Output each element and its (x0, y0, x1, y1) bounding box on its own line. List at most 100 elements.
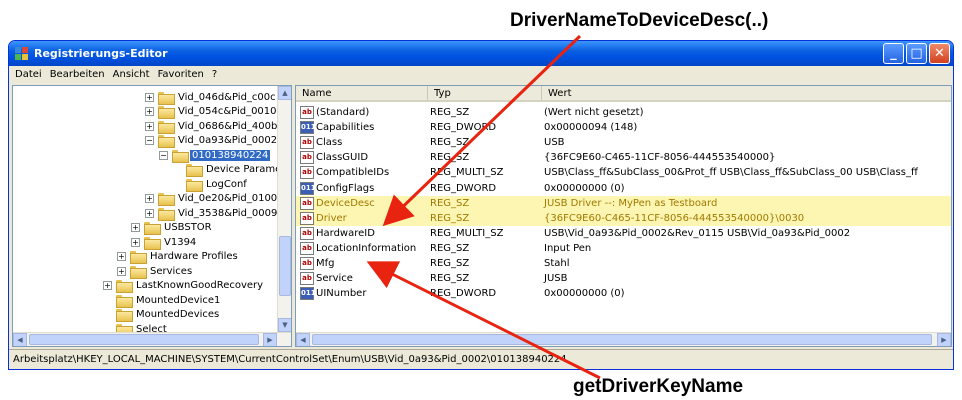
value-type: REG_SZ (430, 273, 470, 285)
tree-node[interactable]: + Vid_046d&Pid_c00c (145, 90, 278, 105)
expand-icon[interactable]: + (145, 92, 154, 102)
value-row[interactable]: ab CompatibleIDs REG_MULTI_SZ USB\Class_ff&… (296, 165, 951, 180)
maximize-button[interactable]: □ (906, 43, 927, 64)
collapse-icon[interactable]: − (159, 150, 168, 160)
expand-icon[interactable]: + (145, 107, 154, 116)
tree-node-label[interactable]: Vid_0686&Pid_400b (176, 121, 279, 132)
tree-node[interactable]: + LastKnownGoodRecovery (103, 279, 265, 293)
tree-node-label[interactable]: MountedDevices (134, 309, 221, 320)
column-header-name[interactable]: Name (296, 86, 428, 100)
values-list-pane[interactable]: Name Typ Wert ab (Standard) REG_SZ (Wert ni… (295, 85, 952, 347)
tree-node[interactable]: + V1394 (131, 235, 198, 250)
tree-node-label[interactable]: LogConf (204, 179, 249, 190)
value-name-cell: ab DeviceDesc (296, 196, 428, 210)
title-bar[interactable]: Registrierungs-Editor _ □ ✕ (9, 41, 953, 66)
tree-node-label[interactable]: MountedDevice1 (134, 295, 222, 306)
value-row[interactable]: ab HardwareID REG_MULTI_SZ USB\Vid_0a93&Pid… (296, 226, 951, 241)
tree-node[interactable]: − Vid_0a93&Pid_0002 (145, 134, 279, 148)
value-row[interactable]: ab Mfg REG_SZ Stahl (296, 256, 951, 271)
scroll-up-arrow-icon[interactable]: ▲ (278, 86, 291, 100)
menu-help[interactable]: ? (210, 69, 223, 80)
scroll-left-arrow-icon[interactable]: ◀ (296, 333, 310, 346)
tree-node-label[interactable]: 010138940224 (190, 149, 271, 161)
expand-icon[interactable]: + (103, 281, 112, 290)
string-value-icon: ab (300, 257, 314, 270)
menu-datei[interactable]: Datei (13, 69, 48, 80)
value-row[interactable]: ab (Standard) REG_SZ (Wert nicht gesetzt) (296, 105, 951, 120)
value-type: REG_DWORD (430, 182, 497, 194)
folder-icon (158, 120, 175, 134)
tree-node[interactable]: + Vid_054c&Pid_0010 (145, 105, 279, 119)
menu-bar: Datei Bearbeiten Ansicht Favoriten ? (9, 66, 953, 83)
menu-ansicht[interactable]: Ansicht (111, 69, 156, 80)
tree-node[interactable]: + USBSTOR (131, 221, 214, 235)
tree-node-label[interactable]: Vid_046d&Pid_c00c (176, 92, 278, 103)
close-button[interactable]: ✕ (929, 43, 950, 64)
value-row[interactable]: ab DeviceDesc REG_SZ JUSB Driver --: MyPen … (296, 195, 951, 211)
value-row[interactable]: ab Service REG_SZ JUSB (296, 271, 951, 286)
expand-icon[interactable]: + (117, 252, 126, 261)
binary-value-icon: 011 (300, 287, 316, 301)
value-row[interactable]: ab Driver REG_SZ {36FC9E60-C465-11CF-8056-4… (296, 210, 951, 226)
tree-node[interactable]: + Vid_3538&Pid_0009 (145, 206, 279, 221)
folder-icon (186, 178, 203, 192)
tree-node-label[interactable]: LastKnownGoodRecovery (134, 280, 265, 291)
list-horizontal-scrollbar[interactable]: ◀ ▶ (296, 332, 951, 346)
expand-icon[interactable]: + (145, 208, 154, 218)
expand-icon[interactable]: + (131, 237, 140, 247)
string-value-icon: ab (300, 106, 314, 119)
scroll-left-arrow-icon[interactable]: ◀ (13, 333, 27, 346)
expand-icon[interactable]: + (145, 121, 154, 131)
tree-node[interactable]: + Hardware Profiles (117, 250, 240, 264)
tree-node[interactable]: LogConf (173, 177, 249, 192)
tree-node[interactable]: + Vid_0e20&Pid_0100 (145, 192, 279, 206)
value-name: Capabilities (316, 122, 375, 134)
tree-horizontal-scrollbar[interactable]: ◀ ▶ (13, 332, 291, 346)
tree-node[interactable]: + Vid_0686&Pid_400b (145, 119, 279, 134)
value-data: JUSB (544, 273, 568, 285)
string-value-icon: ab (300, 272, 314, 286)
scroll-right-arrow-icon[interactable]: ▶ (937, 333, 951, 346)
tree-vertical-scrollbar[interactable]: ▲ ▼ (277, 86, 291, 332)
tree-scroll-thumb[interactable] (279, 236, 291, 296)
value-row[interactable]: ab Class REG_SZ USB (296, 135, 951, 150)
list-hscroll-thumb[interactable] (312, 334, 932, 345)
value-type: REG_SZ (430, 107, 470, 118)
tree-node-label[interactable]: Vid_054c&Pid_0010 (176, 106, 279, 117)
value-row[interactable]: 011 UINumber REG_DWORD 0x00000000 (0) (296, 286, 951, 301)
tree-node[interactable]: + Services (117, 264, 194, 279)
value-name-cell: ab Driver (296, 211, 428, 225)
value-row[interactable]: ab ClassGUID REG_SZ {36FC9E60-C465-11CF-805… (296, 150, 951, 165)
tree-node-label[interactable]: Vid_3538&Pid_0009 (176, 208, 279, 219)
folder-icon (158, 91, 175, 105)
value-data: Input Pen (544, 242, 592, 254)
tree-node-label[interactable]: Vid_0e20&Pid_0100 (176, 193, 279, 204)
column-header-data[interactable]: Wert (542, 86, 951, 100)
tree-node[interactable]: − 010138940224 (159, 148, 271, 163)
collapse-icon[interactable]: − (145, 136, 154, 145)
column-header-type[interactable]: Typ (428, 86, 542, 100)
menu-favoriten[interactable]: Favoriten (156, 69, 210, 80)
tree-node-label[interactable]: Services (148, 266, 194, 277)
expand-icon[interactable]: + (117, 266, 126, 276)
value-row[interactable]: 011 Capabilities REG_DWORD 0x00000094 (148) (296, 120, 951, 135)
value-name: UINumber (316, 288, 367, 300)
expand-icon[interactable]: + (131, 223, 140, 232)
tree-node[interactable]: Device Parameters (173, 163, 291, 177)
expand-icon[interactable]: + (145, 194, 154, 203)
scroll-down-arrow-icon[interactable]: ▼ (278, 318, 291, 332)
tree-node-label[interactable]: V1394 (162, 237, 198, 248)
value-row[interactable]: ab LocationInformation REG_SZ Input Pen (296, 241, 951, 256)
key-tree-pane[interactable]: + Vid_046d&Pid_c00c + Vid_054c&Pid_0010 + Vid… (12, 85, 292, 347)
value-row[interactable]: 011 ConfigFlags REG_DWORD 0x00000000 (0) (296, 181, 951, 196)
string-value-icon: ab (300, 196, 314, 210)
tree-node-label[interactable]: Hardware Profiles (148, 251, 240, 262)
scroll-right-arrow-icon[interactable]: ▶ (263, 333, 277, 346)
menu-bearbeiten[interactable]: Bearbeiten (48, 69, 111, 80)
minimize-button[interactable]: _ (883, 43, 904, 64)
tree-hscroll-thumb[interactable] (29, 334, 259, 345)
tree-node-label[interactable]: Vid_0a93&Pid_0002 (176, 135, 279, 146)
tree-node-label[interactable]: USBSTOR (162, 222, 214, 233)
tree-node[interactable]: MountedDevice1 (103, 293, 222, 308)
tree-node[interactable]: MountedDevices (103, 308, 221, 322)
